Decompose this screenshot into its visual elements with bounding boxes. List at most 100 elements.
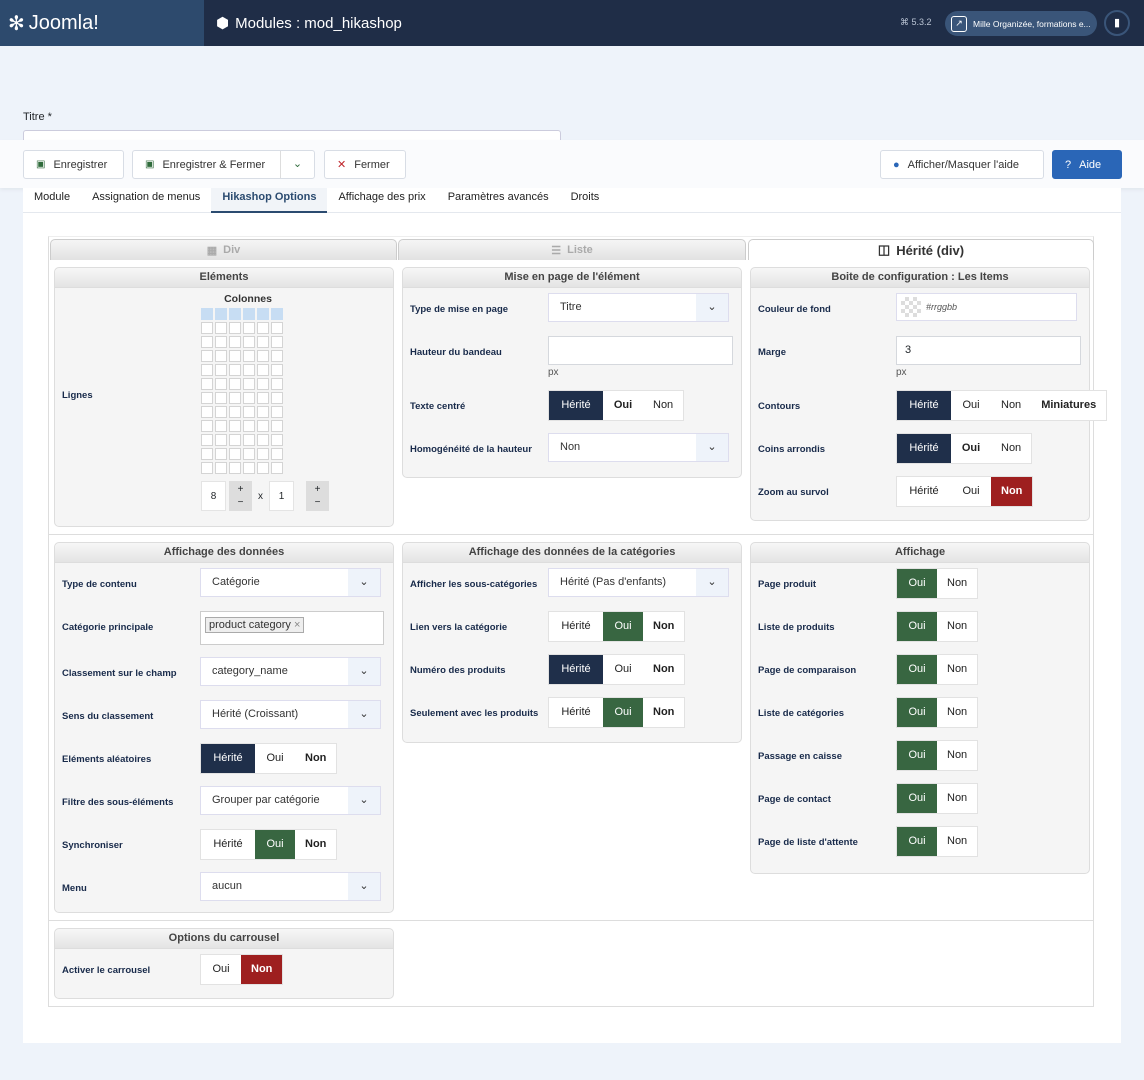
grid-cell[interactable] (257, 420, 269, 432)
grid-cell[interactable] (257, 448, 269, 460)
grid-cell[interactable] (271, 462, 283, 474)
contours-option-non[interactable]: Non (991, 391, 1031, 420)
grid-cell[interactable] (229, 434, 241, 446)
contours-option-oui[interactable]: Oui (951, 391, 991, 420)
page-de-liste-d-attente-option-non[interactable]: Non (937, 827, 977, 856)
elements-aleatoires-option-herite[interactable]: Hérité (201, 744, 255, 773)
grid-cell[interactable] (243, 462, 255, 474)
passage-en-caisse-option-non[interactable]: Non (937, 741, 977, 770)
rows-plus-minus[interactable]: + − (229, 481, 252, 511)
grid-cell[interactable] (257, 350, 269, 362)
liste-de-categories-option-oui[interactable]: Oui (897, 698, 937, 727)
seulement-avec-les-produits-option-non[interactable]: Non (643, 698, 684, 727)
elements-aleatoires-option-oui[interactable]: Oui (255, 744, 295, 773)
synchroniser-option-oui[interactable]: Oui (255, 830, 295, 859)
zoom-au-survol-option-herite[interactable]: Hérité (897, 477, 951, 506)
grid-cell[interactable] (243, 448, 255, 460)
cols-input[interactable]: 1 (269, 481, 294, 511)
classement-sur-le-champ-select[interactable]: category_name ⌄ (200, 657, 381, 686)
grid-cell[interactable] (215, 434, 227, 446)
save-close-button[interactable]: ▣ Enregistrer & Fermer ⌄ (132, 150, 315, 179)
synchroniser-option-non[interactable]: Non (295, 830, 336, 859)
grid-cell[interactable] (201, 406, 213, 418)
cols-plus-minus[interactable]: + − (306, 481, 329, 511)
grid-cell[interactable] (271, 378, 283, 390)
grid-cell[interactable] (243, 406, 255, 418)
grid-cell[interactable] (229, 462, 241, 474)
grid-cell[interactable] (243, 364, 255, 376)
grid-cell[interactable] (215, 406, 227, 418)
synchroniser-option-herite[interactable]: Hérité (201, 830, 255, 859)
grid-cell[interactable] (271, 350, 283, 362)
grid-cell[interactable] (215, 350, 227, 362)
chevron-down-icon[interactable]: ⌄ (280, 151, 314, 178)
lien-vers-la-categorie-option-oui[interactable]: Oui (603, 612, 643, 641)
menu-select[interactable]: aucun ⌄ (200, 872, 381, 901)
grid-cell[interactable] (271, 336, 283, 348)
grid-cell[interactable] (201, 364, 213, 376)
grid-cell[interactable] (271, 406, 283, 418)
lien-vers-la-categorie-option-non[interactable]: Non (643, 612, 684, 641)
grid-cell[interactable] (201, 322, 213, 334)
grid-cell[interactable] (229, 420, 241, 432)
grid-cell[interactable] (201, 378, 213, 390)
contours-option-herite[interactable]: Hérité (897, 391, 951, 420)
numero-des-produits-option-non[interactable]: Non (643, 655, 684, 684)
grid-cell[interactable] (271, 322, 283, 334)
passage-en-caisse-option-oui[interactable]: Oui (897, 741, 937, 770)
seulement-avec-les-produits-option-oui[interactable]: Oui (603, 698, 643, 727)
grid-cell[interactable] (229, 364, 241, 376)
help-button[interactable]: ? Aide (1052, 150, 1122, 179)
grid-cell[interactable] (243, 336, 255, 348)
page-de-comparaison-option-non[interactable]: Non (937, 655, 977, 684)
lien-vers-la-categorie-option-herite[interactable]: Hérité (549, 612, 603, 641)
grid-cell[interactable] (257, 364, 269, 376)
marge-input[interactable]: 3 (896, 336, 1081, 365)
grid-cell[interactable] (201, 336, 213, 348)
grid-cell[interactable] (243, 308, 255, 320)
grid-cell[interactable] (215, 336, 227, 348)
grid-cell[interactable] (271, 448, 283, 460)
page-produit-option-oui[interactable]: Oui (897, 569, 937, 598)
grid-cell[interactable] (215, 420, 227, 432)
grid-cell[interactable] (229, 392, 241, 404)
tab-2[interactable]: Hikashop Options (211, 188, 328, 213)
grid-cell[interactable] (201, 434, 213, 446)
sens-du-classement-select[interactable]: Hérité (Croissant) ⌄ (200, 700, 381, 729)
color-picker[interactable]: #rrggbb (896, 293, 1077, 321)
activer-le-carrousel-option-non[interactable]: Non (241, 955, 283, 984)
grid-cell[interactable] (201, 448, 213, 460)
coins-arrondis-option-herite[interactable]: Hérité (897, 434, 951, 463)
tag-input[interactable]: product category × (200, 611, 384, 645)
grid-cell[interactable] (243, 322, 255, 334)
grid-cell[interactable] (229, 350, 241, 362)
grid-cell[interactable] (201, 420, 213, 432)
zoom-au-survol-option-oui[interactable]: Oui (951, 477, 991, 506)
homogeneite-de-la-hauteur-select[interactable]: Non ⌄ (548, 433, 729, 462)
page-de-contact-option-non[interactable]: Non (937, 784, 977, 813)
grid-cell[interactable] (201, 462, 213, 474)
close-button[interactable]: ✕ Fermer (324, 150, 406, 179)
grid-cell[interactable] (229, 322, 241, 334)
save-button[interactable]: ▣ Enregistrer (23, 150, 124, 179)
coins-arrondis-option-non[interactable]: Non (991, 434, 1031, 463)
grid-cell[interactable] (243, 420, 255, 432)
grid-cell[interactable] (229, 448, 241, 460)
liste-de-produits-option-oui[interactable]: Oui (897, 612, 937, 641)
layout-tab-inherited[interactable]: ◫ Hérité (div) (748, 239, 1094, 260)
grid-cell[interactable] (229, 336, 241, 348)
texte-centre-option-herite[interactable]: Hérité (549, 391, 603, 420)
grid-cell[interactable] (257, 378, 269, 390)
type-de-contenu-select[interactable]: Catégorie ⌄ (200, 568, 381, 597)
tab-1[interactable]: Assignation de menus (81, 188, 211, 213)
page-de-contact-option-oui[interactable]: Oui (897, 784, 937, 813)
grid-cell[interactable] (257, 336, 269, 348)
grid-cell[interactable] (271, 364, 283, 376)
grid-cell[interactable] (215, 364, 227, 376)
toggle-help-button[interactable]: ● Afficher/Masquer l'aide (880, 150, 1044, 179)
grid-cell[interactable] (215, 378, 227, 390)
grid-cell[interactable] (229, 378, 241, 390)
layout-tab-list[interactable]: ☰ Liste (398, 239, 746, 260)
page-de-liste-d-attente-option-oui[interactable]: Oui (897, 827, 937, 856)
remove-tag-icon[interactable]: × (291, 619, 300, 631)
